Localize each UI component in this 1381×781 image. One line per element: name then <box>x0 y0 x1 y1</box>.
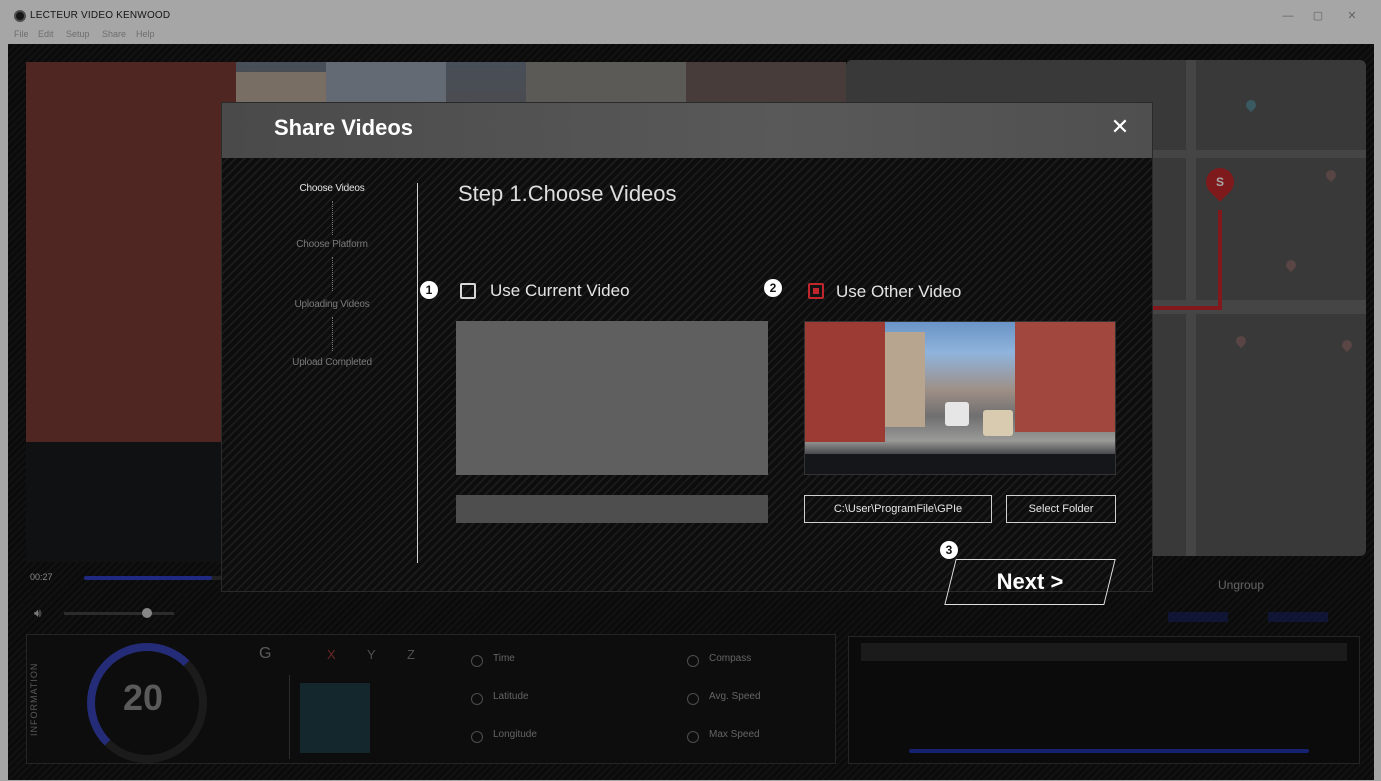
folder-path-field[interactable]: C:\User\ProgramFile\GPIe <box>804 495 992 523</box>
preview-car <box>983 410 1013 436</box>
preview-building <box>885 332 925 427</box>
steps-divider <box>417 183 418 563</box>
use-current-video-label[interactable]: Use Current Video <box>490 281 630 301</box>
step-choose-platform: Choose Platform <box>296 239 368 250</box>
share-videos-dialog: Share Videos ✕ Choose Videos Choose Plat… <box>222 103 1152 605</box>
steps-nav: Choose Videos Choose Platform Uploading … <box>262 183 412 583</box>
preview-car <box>945 402 969 426</box>
preview-dashboard <box>805 454 1115 474</box>
current-video-preview <box>456 321 768 475</box>
use-other-video-label[interactable]: Use Other Video <box>836 282 961 302</box>
close-icon[interactable]: ✕ <box>1108 115 1132 139</box>
step-upload-completed: Upload Completed <box>292 357 372 368</box>
step-connector <box>332 257 333 291</box>
step-connector <box>332 201 333 235</box>
select-folder-button[interactable]: Select Folder <box>1006 495 1116 523</box>
preview-building <box>805 322 885 442</box>
dialog-header: Share Videos ✕ <box>222 103 1152 158</box>
use-other-video-checkbox[interactable] <box>808 283 824 299</box>
step-heading: Step 1.Choose Videos <box>458 181 677 206</box>
preview-building <box>1015 322 1115 432</box>
dialog-title: Share Videos <box>274 115 413 140</box>
option-1-badge: 1 <box>420 281 438 299</box>
next-button[interactable]: Next > <box>944 559 1116 605</box>
current-video-path <box>456 495 768 523</box>
next-button-label: Next > <box>996 569 1064 594</box>
other-video-preview <box>804 321 1116 475</box>
step-choose-videos: Choose Videos <box>299 183 365 194</box>
step-uploading-videos: Uploading Videos <box>294 299 370 310</box>
option-2-badge: 2 <box>764 279 782 297</box>
step-connector <box>332 317 333 351</box>
use-current-video-checkbox[interactable] <box>460 283 476 299</box>
next-badge: 3 <box>940 541 958 559</box>
